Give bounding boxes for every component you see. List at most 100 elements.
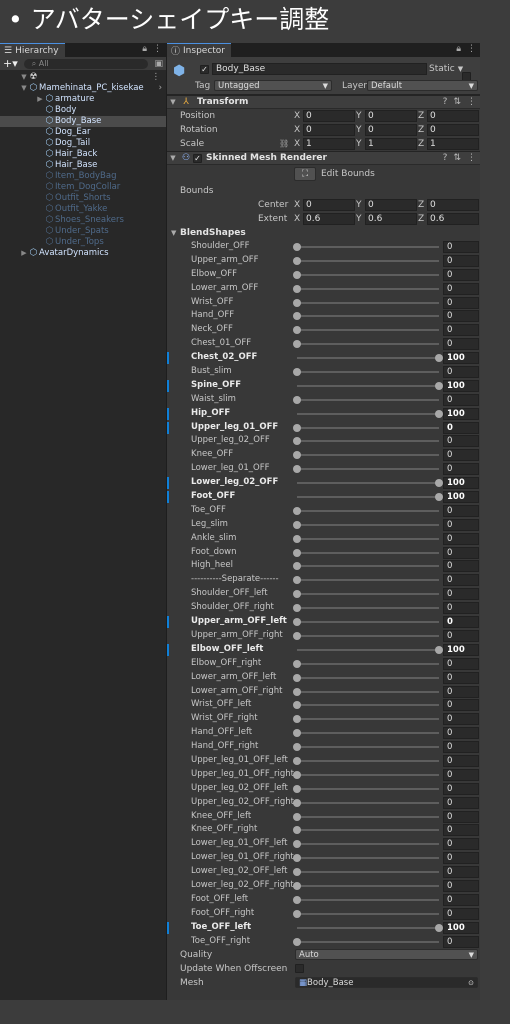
blendshape-slider[interactable] — [293, 423, 439, 432]
slider-handle[interactable] — [293, 395, 301, 404]
slider-handle[interactable] — [293, 687, 301, 696]
blendshape-slider[interactable] — [293, 437, 439, 446]
blendshape-value-field[interactable]: 0 — [443, 282, 479, 295]
blendshape-value-field[interactable]: 100 — [443, 477, 479, 490]
blendshape-slider[interactable] — [297, 381, 443, 390]
slider-handle[interactable] — [293, 937, 301, 946]
slider-handle[interactable] — [293, 340, 301, 349]
blendshape-slider[interactable] — [293, 854, 439, 863]
slider-handle[interactable] — [435, 645, 443, 654]
blendshape-slider[interactable] — [293, 770, 439, 779]
expand-arrow-icon[interactable]: ▶ — [20, 248, 28, 259]
vector-x-field[interactable]: 0 — [303, 110, 355, 122]
slider-handle[interactable] — [293, 368, 301, 377]
blendshape-value-field[interactable]: 100 — [443, 921, 479, 934]
slider-handle[interactable] — [293, 604, 301, 613]
slider-handle[interactable] — [293, 881, 301, 890]
slider-handle[interactable] — [435, 493, 443, 502]
slider-handle[interactable] — [293, 631, 301, 640]
vector-y-field[interactable]: 0.6 — [365, 213, 417, 225]
blendshape-slider[interactable] — [297, 354, 443, 363]
vector-y-field[interactable]: 0 — [365, 199, 417, 211]
slider-handle[interactable] — [293, 715, 301, 724]
slider-handle[interactable] — [293, 812, 301, 821]
slider-handle[interactable] — [435, 479, 443, 488]
hierarchy-row[interactable]: ⬡ Item_DogCollar — [0, 182, 166, 193]
blendshape-slider[interactable] — [293, 812, 439, 821]
blendshape-slider[interactable] — [293, 562, 439, 571]
hierarchy-search-input[interactable]: ⌕ All — [23, 58, 149, 69]
blendshape-value-field[interactable]: 0 — [443, 296, 479, 309]
hierarchy-row[interactable]: ▶ ⬡ AvatarDynamics — [0, 248, 166, 259]
slider-handle[interactable] — [293, 701, 301, 710]
blendshape-value-field[interactable]: 0 — [443, 852, 479, 865]
blendshape-slider[interactable] — [293, 937, 439, 946]
blendshape-value-field[interactable]: 0 — [443, 504, 479, 517]
vector-x-field[interactable]: 0 — [303, 124, 355, 136]
hierarchy-row[interactable]: ⬡ Dog_Ear — [0, 127, 166, 138]
hierarchy-row[interactable]: ⬡ Hair_Base — [0, 160, 166, 171]
expand-arrow-icon[interactable]: ▼ — [20, 72, 28, 83]
blendshape-slider[interactable] — [293, 909, 439, 918]
hierarchy-row[interactable]: ⬡ Item_BodyBag — [0, 171, 166, 182]
blendshape-slider[interactable] — [297, 479, 443, 488]
blendshape-value-field[interactable]: 0 — [443, 393, 479, 406]
blendshape-value-field[interactable]: 0 — [443, 935, 479, 948]
slider-handle[interactable] — [293, 895, 301, 904]
blendshape-slider[interactable] — [293, 715, 439, 724]
blendshape-value-field[interactable]: 0 — [443, 532, 479, 545]
blendshape-value-field[interactable]: 0 — [443, 741, 479, 754]
slider-handle[interactable] — [293, 423, 301, 432]
vector-x-field[interactable]: 0 — [303, 199, 355, 211]
blendshape-value-field[interactable]: 0 — [443, 713, 479, 726]
slider-handle[interactable] — [293, 756, 301, 765]
scene-root-row[interactable]: ▼ ☢ ⋮ — [0, 72, 166, 83]
vector-y-field[interactable]: 0 — [365, 124, 417, 136]
slider-handle[interactable] — [293, 243, 301, 251]
slider-handle[interactable] — [435, 923, 443, 932]
hierarchy-tab[interactable]: ☰ Hierarchy — [0, 43, 65, 57]
slider-handle[interactable] — [293, 826, 301, 835]
slider-handle[interactable] — [293, 909, 301, 918]
blendshape-value-field[interactable]: 100 — [443, 379, 479, 392]
hierarchy-row[interactable]: ⬡ Under_Spats — [0, 226, 166, 237]
blendshape-slider[interactable] — [297, 923, 443, 932]
blendshape-slider[interactable] — [293, 312, 439, 321]
slider-handle[interactable] — [293, 590, 301, 599]
kebab-menu-icon[interactable]: ⋮ — [467, 44, 476, 54]
edit-bounds-button[interactable]: ⛶ — [294, 167, 316, 181]
blendshape-value-field[interactable]: 0 — [443, 810, 479, 823]
blendshape-value-field[interactable]: 0 — [443, 629, 479, 642]
blendshape-value-field[interactable]: 0 — [443, 463, 479, 476]
hierarchy-row[interactable]: ⬡ Body_Base — [0, 116, 166, 127]
slider-handle[interactable] — [293, 576, 301, 585]
blendshape-slider[interactable] — [293, 826, 439, 835]
search-options-icon[interactable]: ▣ — [154, 59, 163, 69]
blendshape-value-field[interactable]: 0 — [443, 241, 479, 253]
blendshape-slider[interactable] — [293, 631, 439, 640]
blendshape-slider[interactable] — [293, 687, 439, 696]
blendshape-slider[interactable] — [293, 395, 439, 404]
blendshape-slider[interactable] — [293, 798, 439, 807]
blendshape-slider[interactable] — [293, 659, 439, 668]
blendshape-slider[interactable] — [293, 784, 439, 793]
blendshape-slider[interactable] — [293, 576, 439, 585]
slider-handle[interactable] — [293, 437, 301, 446]
kebab-menu-icon[interactable]: ⋮ — [467, 97, 476, 107]
blendshape-value-field[interactable]: 100 — [443, 643, 479, 656]
blendshape-slider[interactable] — [293, 340, 439, 349]
slider-handle[interactable] — [293, 284, 301, 293]
update-offscreen-checkbox[interactable] — [295, 964, 304, 974]
slider-handle[interactable] — [293, 659, 301, 668]
blendshape-slider[interactable] — [293, 256, 439, 265]
slider-handle[interactable] — [293, 854, 301, 863]
object-name-field[interactable]: Body_Base — [212, 63, 427, 75]
slider-handle[interactable] — [293, 770, 301, 779]
blendshape-slider[interactable] — [293, 548, 439, 557]
blendshape-value-field[interactable]: 0 — [443, 671, 479, 684]
blendshape-slider[interactable] — [293, 756, 439, 765]
mesh-field[interactable]: ▦Body_Base ⊙ — [295, 977, 478, 989]
slider-handle[interactable] — [293, 451, 301, 460]
chevron-right-icon[interactable]: › — [159, 83, 162, 94]
hierarchy-row[interactable]: ⬡ Shoes_Sneakers — [0, 215, 166, 226]
